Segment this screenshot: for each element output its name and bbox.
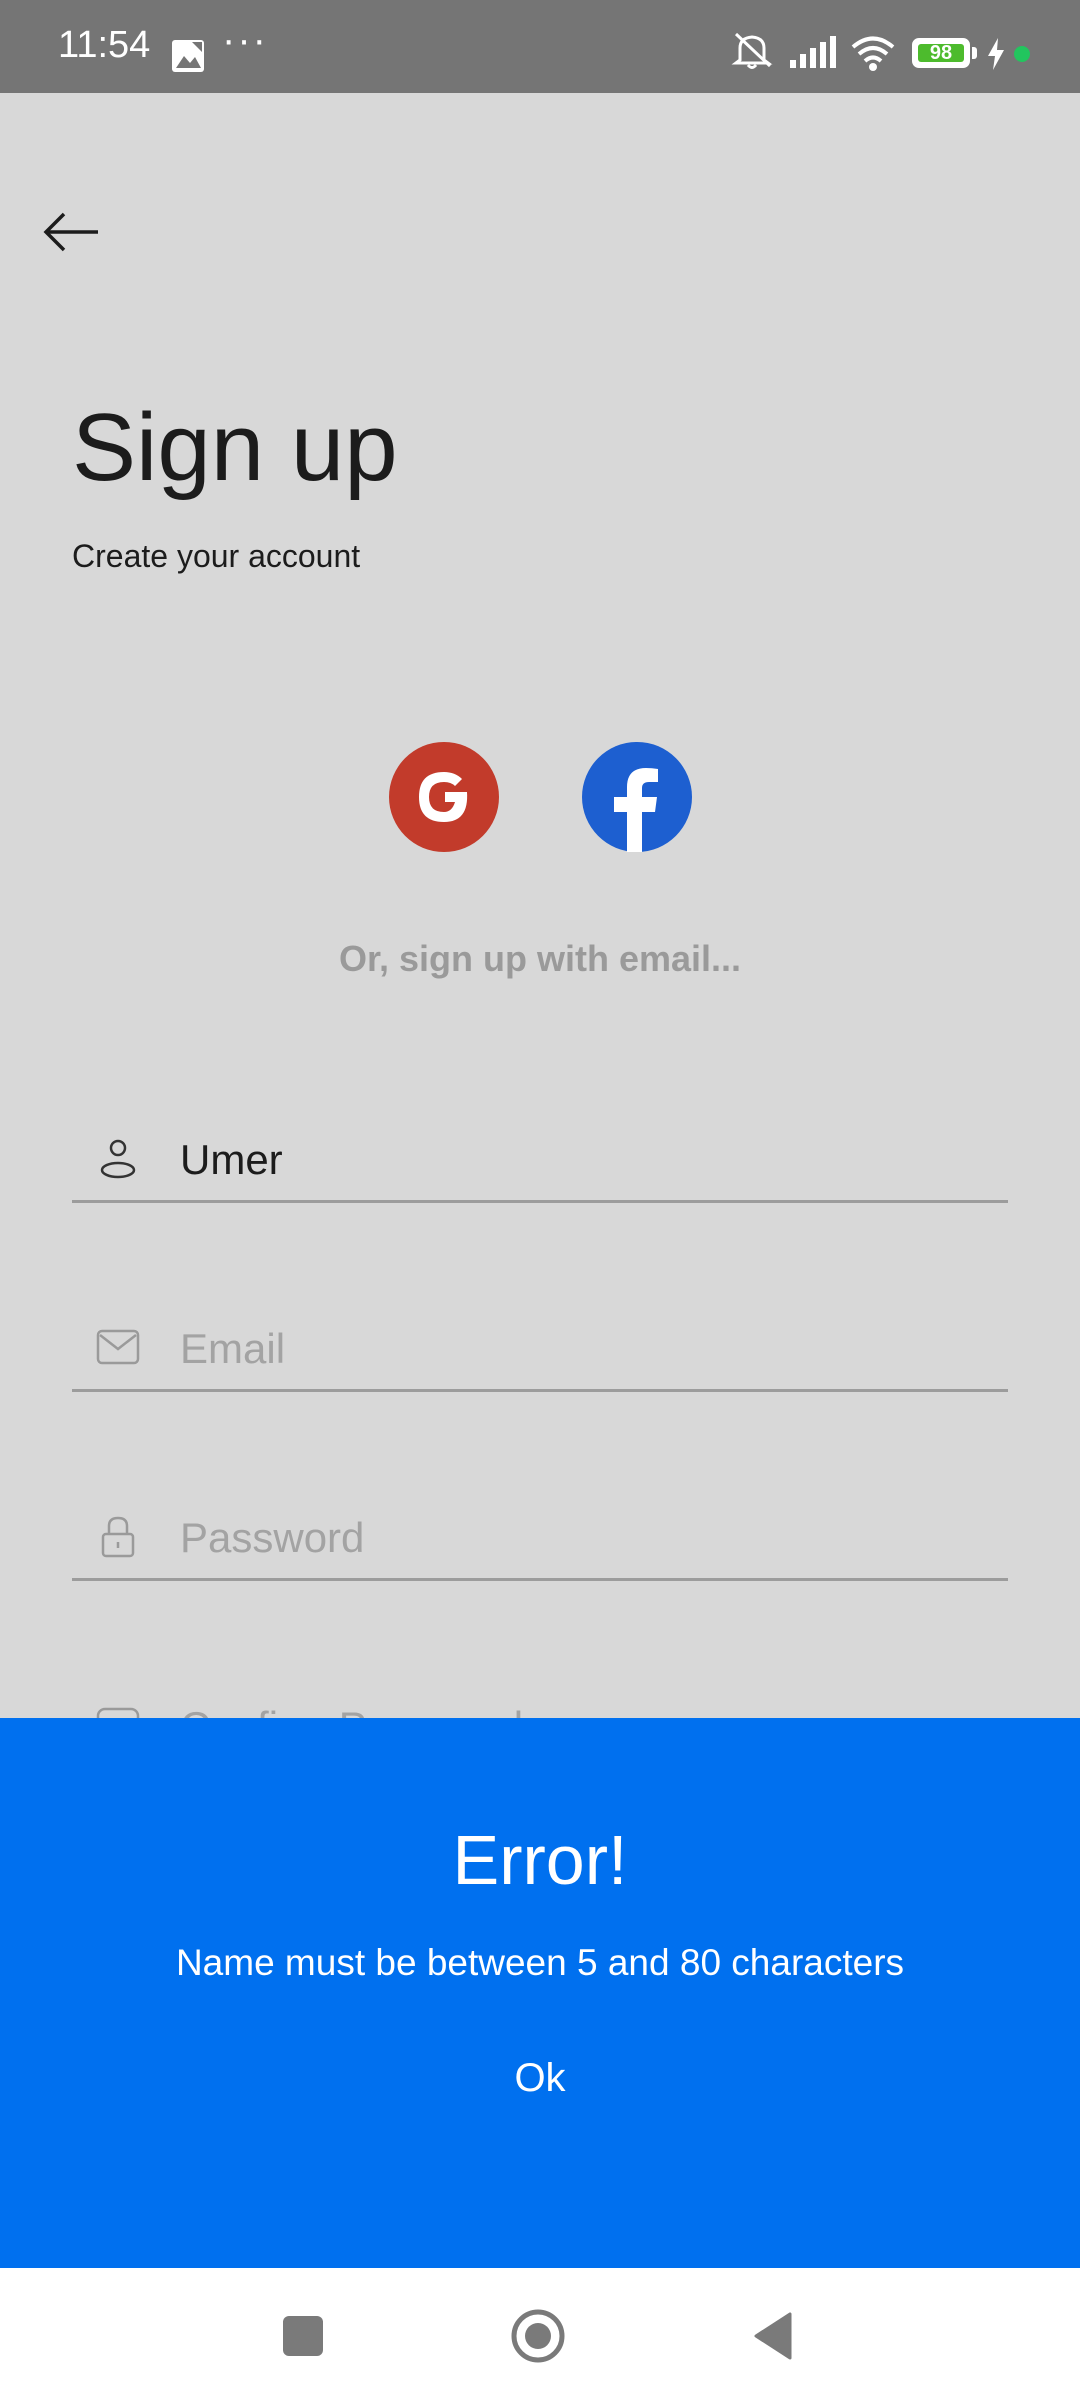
page-subtitle: Create your account [72, 538, 361, 574]
back-button[interactable] [40, 200, 104, 264]
password-input[interactable] [180, 1508, 980, 1568]
status-time: 11:54 [58, 24, 151, 66]
back-icon[interactable] [752, 2312, 794, 2360]
facebook-icon [614, 768, 658, 852]
mute-icon [731, 32, 773, 69]
password-field [72, 1468, 1008, 1581]
error-message: Name must be between 5 and 80 characters [175, 1942, 905, 1983]
wifi-icon [851, 36, 895, 71]
google-signup-button[interactable] [389, 742, 499, 852]
battery-tip [972, 47, 977, 59]
gallery-icon [172, 40, 204, 72]
email-input[interactable] [180, 1319, 980, 1379]
system-nav-bar [0, 2268, 1080, 2400]
status-bar: 11:54 ··· 98 [0, 0, 1080, 93]
user-icon [100, 1139, 136, 1179]
arrow-left-icon [43, 212, 98, 252]
facebook-signup-button[interactable] [582, 742, 692, 852]
email-field [72, 1279, 1008, 1392]
signal-icon [790, 36, 836, 68]
charging-icon [988, 38, 1004, 70]
battery-level: 98 [929, 42, 953, 64]
google-icon [419, 772, 468, 822]
page-title: Sign up [72, 394, 398, 501]
ok-button[interactable]: Ok [470, 2056, 610, 2101]
recents-icon[interactable] [283, 2316, 323, 2356]
error-title: Error! [452, 1821, 628, 1899]
mail-icon [96, 1329, 140, 1365]
email-signup-divider-text: Or, sign up with email... [338, 938, 742, 979]
battery-icon: 98 [912, 38, 970, 68]
error-dialog: Error! Name must be between 5 and 80 cha… [0, 1718, 1080, 2268]
status-more-dots: ··· [222, 18, 268, 62]
privacy-indicator-dot [1014, 46, 1030, 62]
lock-icon [101, 1516, 135, 1558]
name-input[interactable] [180, 1130, 980, 1190]
name-field [72, 1090, 1008, 1203]
home-icon[interactable] [510, 2308, 566, 2364]
